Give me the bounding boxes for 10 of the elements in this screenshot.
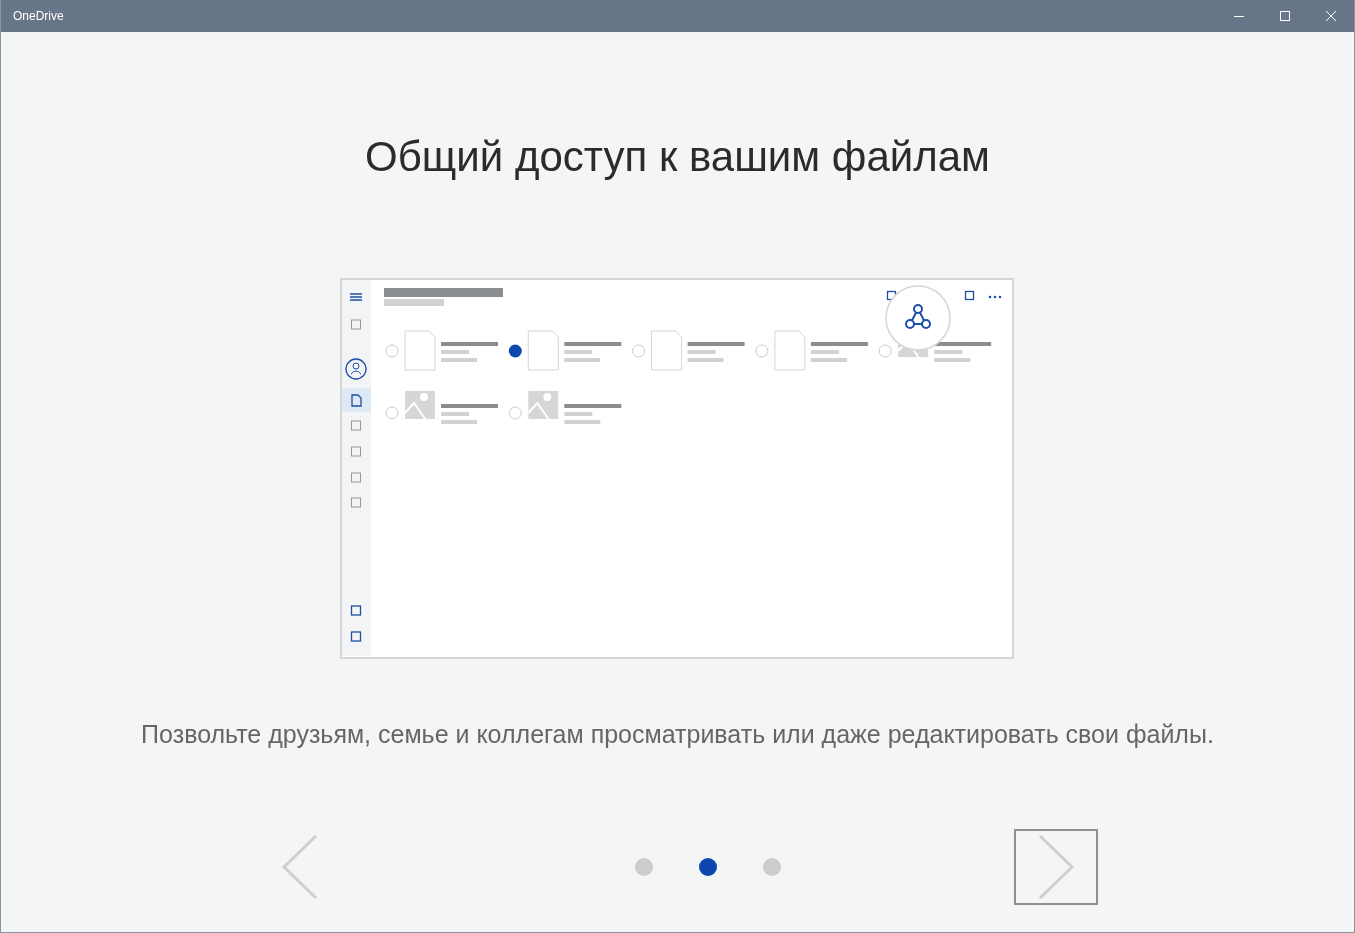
next-button[interactable] (1013, 828, 1098, 905)
window-title: OneDrive (12, 8, 64, 25)
description-text: Позвольте друзьям, семье и коллегам просматривать или даже редактировать свои файлы. (140, 719, 1215, 751)
page-indicator-dot[interactable] (762, 857, 781, 876)
chevron-left-icon (279, 833, 320, 900)
close-icon (1325, 10, 1337, 22)
maximize-icon (1279, 10, 1291, 22)
page-indicator-dot[interactable] (698, 857, 717, 876)
page-indicator-dot[interactable] (634, 857, 653, 876)
page-heading: Общий доступ к вашим файлам (364, 132, 991, 182)
